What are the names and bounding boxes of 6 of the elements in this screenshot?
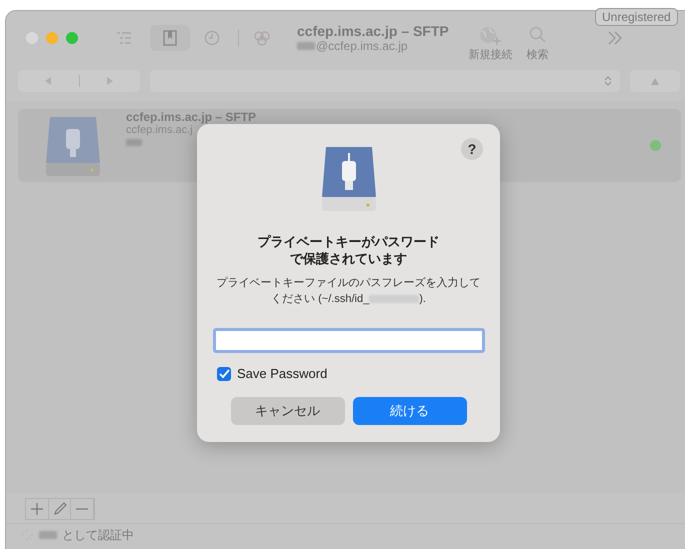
- dialog-title: プライベートキーがパスワードで保護されています: [256, 233, 440, 267]
- window-title: ccfep.ims.ac.jp – SFTP: [297, 23, 449, 39]
- bookmark-title: ccfep.ims.ac.jp – SFTP: [126, 110, 256, 124]
- window-subtitle: @ccfep.ims.ac.jp: [316, 39, 408, 53]
- dialog-message: プライベートキーファイルのパスフレーズを入力してください (~/.ssh/id_ ).: [216, 276, 482, 307]
- status-text: として認証中: [62, 526, 134, 544]
